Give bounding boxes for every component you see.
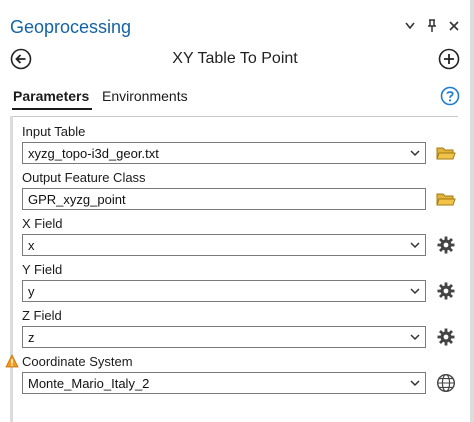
output-feature-class-field[interactable]: GPR_xyzg_point [22,188,426,210]
tab-strip: Parameters Environments [0,86,470,112]
close-icon[interactable] [446,18,462,34]
active-tab-indicator [12,108,92,110]
folder-icon[interactable] [434,142,458,164]
y-field-value: y [28,284,35,299]
output-feature-class-label: Output Feature Class [22,170,146,185]
folder-icon[interactable] [434,188,458,210]
chevron-down-icon[interactable] [410,332,420,342]
gear-icon[interactable] [434,280,458,302]
x-field-value: x [28,238,35,253]
gear-icon[interactable] [434,234,458,256]
warning-icon [5,354,19,368]
coordinate-system-value: Monte_Mario_Italy_2 [28,376,150,391]
z-field-label: Z Field [22,308,62,323]
globe-icon[interactable] [434,372,458,394]
output-feature-class-value: GPR_xyzg_point [28,192,126,207]
input-table-value: xyzg_topo-i3d_geor.txt [28,146,159,161]
tool-title: XY Table To Point [172,50,298,67]
input-table-field[interactable]: xyzg_topo-i3d_geor.txt [22,142,426,164]
pane-titlebar: Geoprocessing [0,0,470,40]
tool-header: XY Table To Point [0,44,470,76]
help-icon[interactable] [440,86,460,106]
z-field-select[interactable]: z [22,326,426,348]
chevron-down-icon[interactable] [410,148,420,158]
z-field-value: z [28,330,35,345]
tab-environments[interactable]: Environments [102,86,188,106]
parameters-group-bar [10,116,13,422]
x-field-label: X Field [22,216,63,231]
pane-border [470,0,474,422]
chevron-down-icon[interactable] [410,286,420,296]
coordinate-system-select[interactable]: Monte_Mario_Italy_2 [22,372,426,394]
add-circle-icon[interactable] [438,48,460,70]
coordinate-system-label: Coordinate System [22,354,133,369]
tab-parameters[interactable]: Parameters [13,86,89,106]
chevron-down-icon[interactable] [410,378,420,388]
pane-title: Geoprocessing [10,17,132,37]
y-field-select[interactable]: y [22,280,426,302]
x-field-select[interactable]: x [22,234,426,256]
gear-icon[interactable] [434,326,458,348]
chevron-down-icon[interactable] [410,240,420,250]
chevron-down-icon[interactable] [402,18,418,34]
input-table-label: Input Table [22,124,86,139]
y-field-label: Y Field [22,262,63,277]
geoprocessing-pane: Geoprocessing XY Table To Point Paramete… [0,0,474,422]
divider [12,116,458,117]
pin-icon[interactable] [424,18,440,34]
